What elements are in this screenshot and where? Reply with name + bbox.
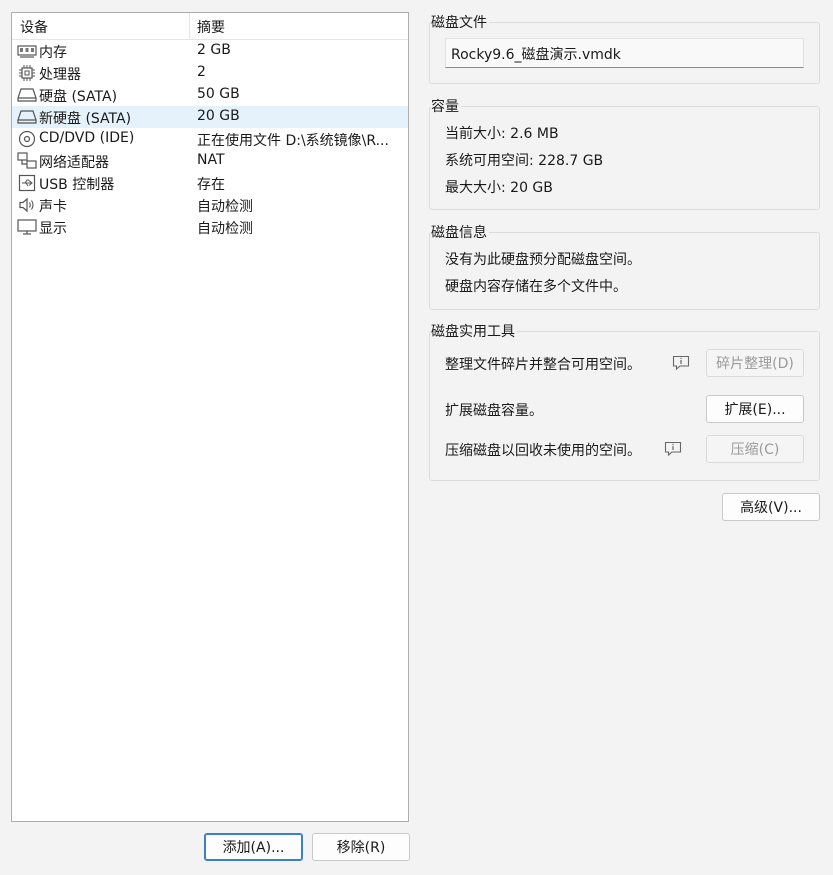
- device-name: 新硬盘 (SATA): [39, 111, 132, 127]
- info-icon[interactable]: [672, 355, 690, 371]
- device-name: 显示: [39, 221, 67, 237]
- device-summary: 2 GB: [197, 42, 231, 58]
- defragment-button[interactable]: 碎片整理(D): [706, 349, 804, 377]
- capacity-title: 容量: [431, 96, 461, 116]
- device-row-new-hard-disk[interactable]: 新硬盘 (SATA) 20 GB: [12, 106, 408, 128]
- device-summary: 自动检测: [197, 221, 253, 237]
- cd-dvd-icon: [17, 130, 37, 148]
- compact-button[interactable]: 压缩(C): [706, 435, 804, 463]
- device-name: 处理器: [39, 67, 81, 83]
- column-header-device[interactable]: 设备: [20, 17, 48, 37]
- device-summary: 正在使用文件 D:\系统镜像\R...: [197, 133, 389, 149]
- disk-info-group: [429, 232, 820, 310]
- device-summary: 50 GB: [197, 86, 240, 102]
- device-list[interactable]: 设备 摘要 内存 2 GB 处理器 2 硬盘 (SATA) 50 GB 新硬盘 …: [11, 12, 409, 822]
- disk-info-title: 磁盘信息: [431, 222, 489, 242]
- device-row-display[interactable]: 显示 自动检测: [12, 216, 408, 238]
- defragment-description: 整理文件碎片并整合可用空间。: [445, 357, 641, 373]
- disk-file-path-field[interactable]: Rocky9.6_磁盘演示.vmdk: [445, 38, 804, 68]
- device-summary: 自动检测: [197, 199, 253, 215]
- device-row-hard-disk[interactable]: 硬盘 (SATA) 50 GB: [12, 84, 408, 106]
- device-row-cd-dvd[interactable]: CD/DVD (IDE) 正在使用文件 D:\系统镜像\R...: [12, 128, 408, 150]
- memory-icon: [17, 42, 37, 60]
- advanced-button[interactable]: 高级(V)...: [722, 493, 820, 521]
- device-row-processor[interactable]: 处理器 2: [12, 62, 408, 84]
- device-name: 硬盘 (SATA): [39, 89, 118, 105]
- device-name: 声卡: [39, 199, 67, 215]
- display-icon: [17, 218, 37, 236]
- device-name: 内存: [39, 45, 67, 61]
- expand-button[interactable]: 扩展(E)...: [706, 395, 804, 423]
- column-header-summary[interactable]: 摘要: [197, 17, 225, 37]
- add-button[interactable]: 添加(A)...: [204, 833, 303, 861]
- device-summary: 2: [197, 64, 206, 80]
- device-row-network-adapter[interactable]: 网络适配器 NAT: [12, 150, 408, 172]
- disk-info-line-1: 没有为此硬盘预分配磁盘空间。: [445, 252, 641, 268]
- expand-description: 扩展磁盘容量。: [445, 403, 543, 419]
- device-summary: 存在: [197, 177, 225, 193]
- disk-info-line-2: 硬盘内容存储在多个文件中。: [445, 279, 627, 295]
- max-size-text: 最大大小: 20 GB: [445, 180, 553, 196]
- compact-description: 压缩磁盘以回收未使用的空间。: [445, 443, 641, 459]
- disk-file-title: 磁盘文件: [431, 12, 489, 32]
- network-adapter-icon: [17, 152, 37, 170]
- device-summary: 20 GB: [197, 108, 240, 124]
- sound-card-icon: [17, 196, 37, 214]
- disk-utilities-title: 磁盘实用工具: [431, 321, 517, 341]
- system-free-space-text: 系统可用空间: 228.7 GB: [445, 153, 604, 169]
- device-name: CD/DVD (IDE): [39, 130, 135, 146]
- device-row-usb-controller[interactable]: USB 控制器 存在: [12, 172, 408, 194]
- remove-button[interactable]: 移除(R): [312, 833, 410, 861]
- device-name: USB 控制器: [39, 177, 115, 193]
- device-summary: NAT: [197, 152, 225, 168]
- device-list-header: 设备 摘要: [12, 13, 408, 40]
- device-row-memory[interactable]: 内存 2 GB: [12, 40, 408, 62]
- usb-controller-icon: [17, 174, 37, 192]
- hard-disk-icon: [17, 108, 37, 126]
- device-name: 网络适配器: [39, 155, 109, 171]
- hard-disk-icon: [17, 86, 37, 104]
- processor-icon: [17, 64, 37, 82]
- current-size-text: 当前大小: 2.6 MB: [445, 126, 559, 142]
- info-icon[interactable]: [664, 441, 682, 457]
- device-row-sound-card[interactable]: 声卡 自动检测: [12, 194, 408, 216]
- column-divider[interactable]: [189, 13, 190, 39]
